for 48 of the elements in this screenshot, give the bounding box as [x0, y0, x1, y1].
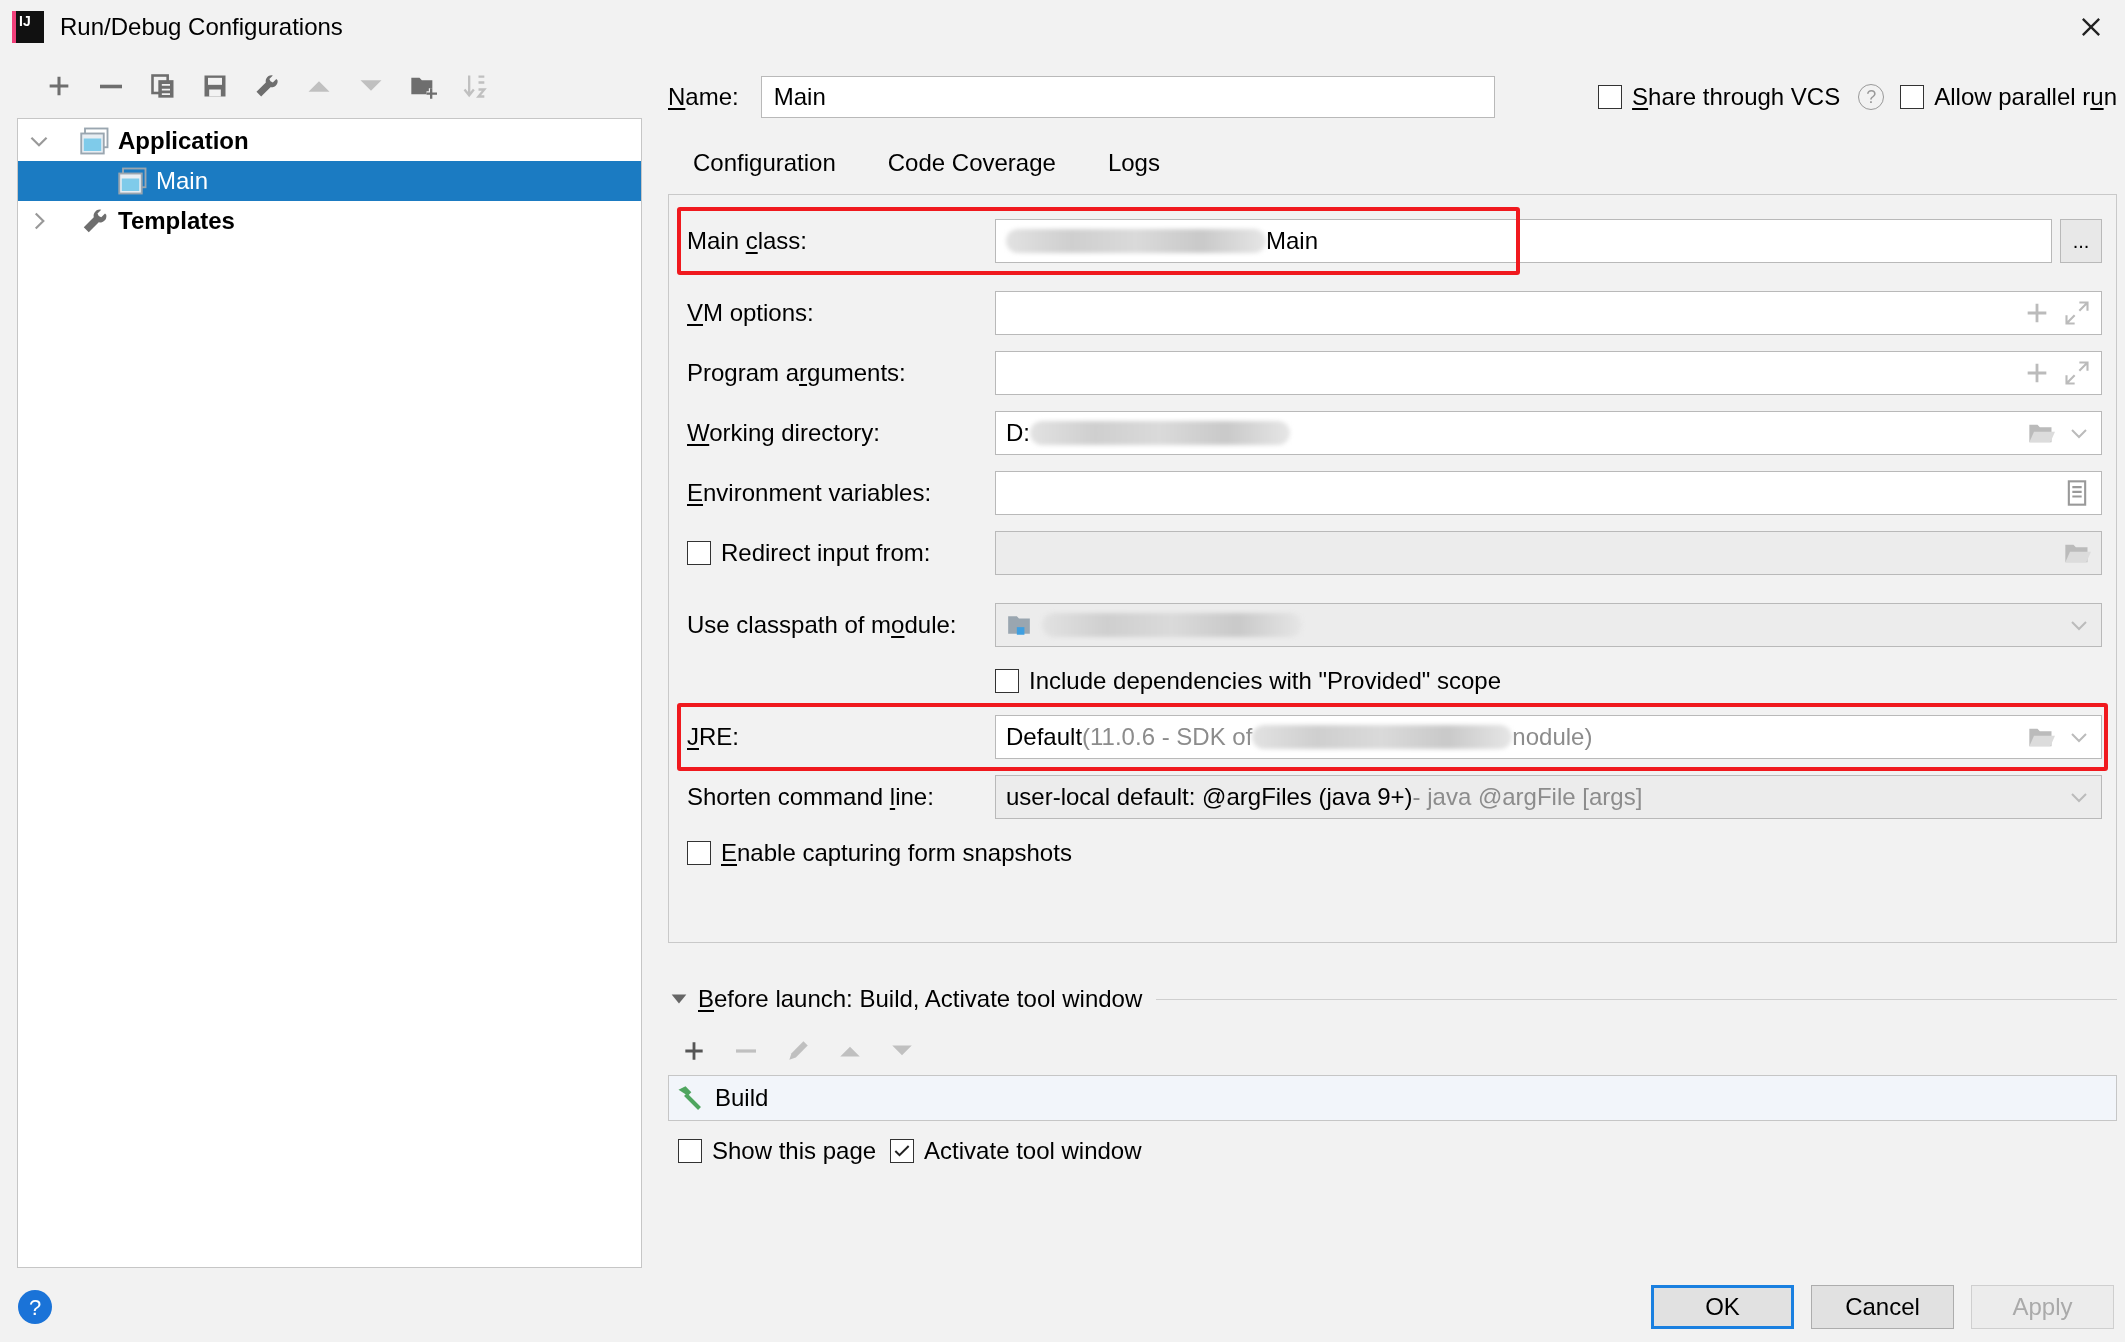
- field-label: Use classpath of module:: [687, 610, 957, 640]
- checkbox[interactable]: [1900, 85, 1925, 109]
- section-title: Before launch: Build, Activate tool window: [698, 984, 1143, 1014]
- window-icon: [118, 166, 148, 196]
- field-label: Main class:: [687, 226, 808, 256]
- tab[interactable]: Configuration: [693, 145, 836, 181]
- window-title: Run/Debug Configurations: [60, 12, 343, 42]
- tab[interactable]: Code Coverage: [887, 145, 1056, 181]
- dialog-button[interactable]: Cancel: [1811, 1285, 1954, 1329]
- checkbox[interactable]: [678, 1139, 702, 1163]
- field-label: Name:: [668, 82, 739, 112]
- dropdown[interactable]: user-local default: @argFiles (java 9+)- java @argFile [args]: [995, 775, 2102, 819]
- field-label: VM options:: [687, 298, 814, 328]
- input-field[interactable]: [995, 351, 2102, 395]
- checkbox[interactable]: [890, 1139, 915, 1163]
- input-field[interactable]: Main: [995, 219, 2052, 263]
- input-field[interactable]: [995, 291, 2102, 335]
- expand-icon: [2063, 359, 2091, 387]
- field-label: JRE:: [687, 722, 739, 752]
- name-field[interactable]: Main: [760, 76, 1495, 118]
- app-logo: IJ: [12, 11, 44, 43]
- tab[interactable]: Logs: [1107, 145, 1160, 181]
- field-label: Working directory:: [687, 418, 880, 448]
- checkbox-label: Activate tool window: [924, 1136, 1142, 1166]
- input-field[interactable]: [995, 471, 2102, 515]
- dialog-button[interactable]: OK: [1651, 1285, 1794, 1329]
- checkbox[interactable]: [687, 841, 711, 865]
- tree-item[interactable]: Templates: [18, 201, 641, 241]
- help-button[interactable]: ?: [18, 1290, 52, 1324]
- input-field[interactable]: Default(11.0.6 - SDK of nodule): [995, 715, 2102, 759]
- tree-item[interactable]: Application: [18, 121, 641, 161]
- checkbox[interactable]: [1598, 85, 1623, 109]
- tree-item[interactable]: Main: [18, 161, 641, 201]
- browse-button[interactable]: ...: [2060, 219, 2102, 263]
- checkbox-label: Show this page: [712, 1136, 877, 1166]
- checkbox-label: Share through VCS: [1632, 82, 1841, 112]
- task-item[interactable]: Build: [715, 1080, 769, 1116]
- checkbox[interactable]: [995, 669, 1019, 693]
- expand-icon: [2063, 299, 2091, 327]
- field-label: Environment variables:: [687, 478, 932, 508]
- field-label: Program arguments:: [687, 358, 906, 388]
- window-icon: [80, 126, 110, 156]
- checkbox-label: Include dependencies with "Provided" scope: [1029, 666, 1501, 696]
- checkbox-label: Allow parallel run: [1934, 82, 2117, 112]
- field-label: Shorten command line:: [687, 782, 934, 812]
- checkbox-label: Enable capturing form snapshots: [721, 838, 1072, 868]
- field-label: Redirect input from:: [721, 538, 931, 568]
- input-field[interactable]: D:: [995, 411, 2102, 455]
